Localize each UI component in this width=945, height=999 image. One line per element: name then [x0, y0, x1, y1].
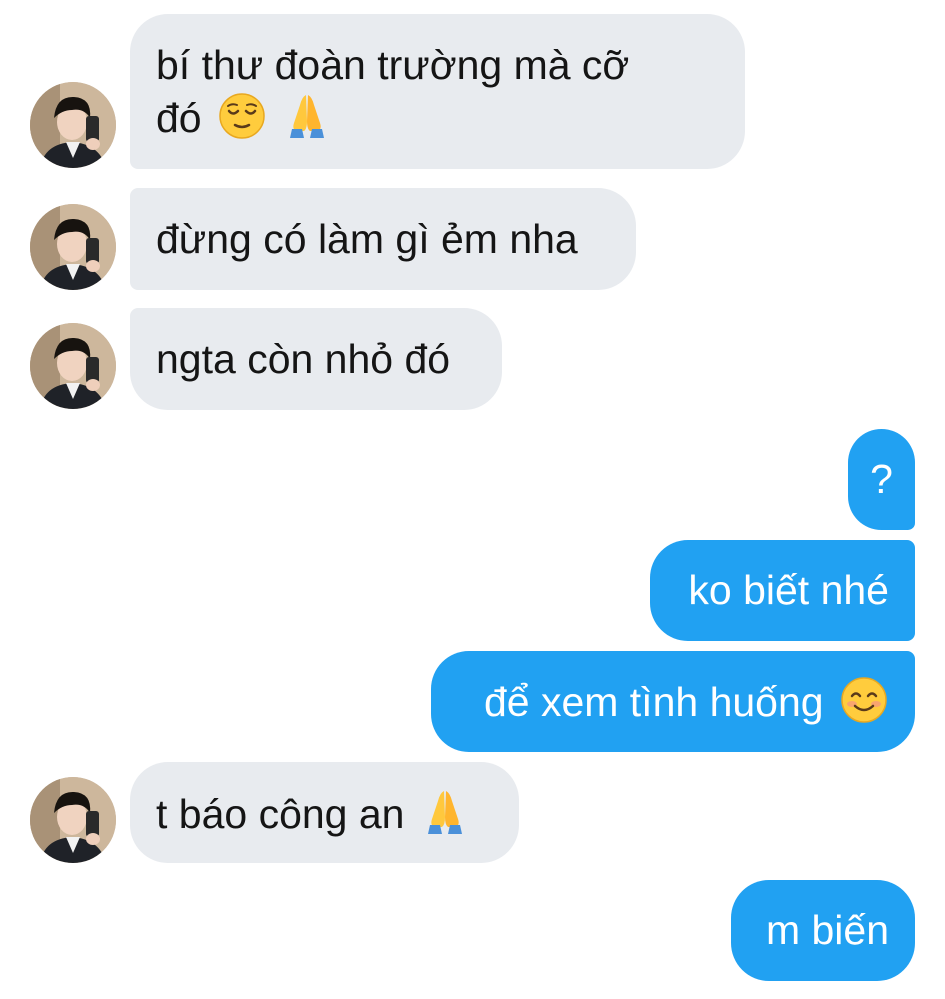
avatar-photo	[30, 323, 116, 409]
incoming-message[interactable]: t báo công an	[130, 762, 519, 863]
avatar-photo	[30, 204, 116, 290]
incoming-message[interactable]: đừng có làm gì ẻm nha	[130, 188, 636, 290]
message-text: để xem tình huống	[483, 679, 824, 725]
folded-hands-emoji-icon	[282, 91, 332, 141]
incoming-message[interactable]: ngta còn nhỏ đó	[130, 308, 502, 410]
message-text-line2: đó	[156, 95, 202, 141]
smiling-face-emoji-icon	[839, 675, 889, 725]
avatar-photo	[30, 82, 116, 168]
incoming-message[interactable]: bí thư đoàn trường mà cỡ đó	[130, 14, 745, 169]
message-text: m biến	[765, 907, 889, 953]
message-text: bí thư đoàn trường mà cỡ	[156, 42, 630, 88]
outgoing-message[interactable]: m biến	[731, 880, 915, 981]
folded-hands-emoji-icon	[420, 787, 470, 837]
contact-avatar[interactable]	[30, 204, 116, 290]
outgoing-message[interactable]: ko biết nhé	[650, 540, 915, 641]
message-text: ?	[870, 456, 893, 502]
contact-avatar[interactable]	[30, 82, 116, 168]
message-text: ko biết nhé	[688, 567, 889, 613]
message-text: ngta còn nhỏ đó	[156, 336, 451, 382]
chat-thread: bí thư đoàn trường mà cỡ đó đừng có làm …	[0, 0, 945, 999]
contact-avatar[interactable]	[30, 777, 116, 863]
outgoing-message[interactable]: để xem tình huống	[431, 651, 915, 752]
message-text: t báo công an	[156, 791, 405, 837]
outgoing-message[interactable]: ?	[848, 429, 915, 530]
message-text: đừng có làm gì ẻm nha	[156, 216, 578, 262]
relieved-face-emoji-icon	[217, 91, 267, 141]
avatar-photo	[30, 777, 116, 863]
contact-avatar[interactable]	[30, 323, 116, 409]
